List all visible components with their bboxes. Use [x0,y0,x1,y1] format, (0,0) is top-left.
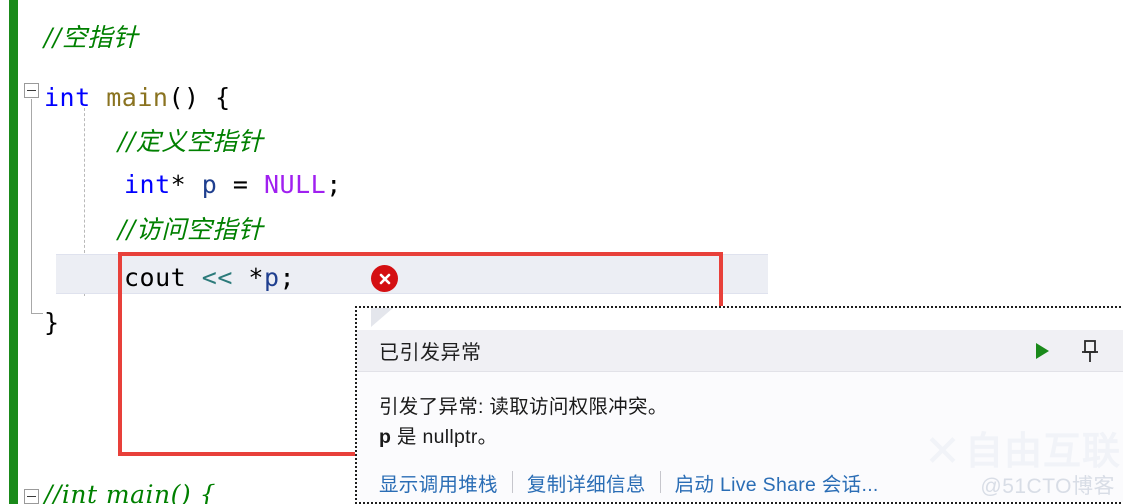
code-editor-screenshot: //空指针 int main() {//定义空指针 int* p = NULL;//… [0,0,1123,504]
code-line[interactable]: } [0,303,60,343]
code-token: * [232,263,264,292]
code-token: NULL [263,170,327,199]
code-token: ; [326,170,342,199]
code-line[interactable]: //访问空指针 [0,210,263,250]
code-token: int [124,170,171,199]
start-live-share-link[interactable]: 启动 Live Share 会话... [675,468,879,497]
code-token: //定义空指针 [118,127,264,156]
exception-title: 已引发异常 [379,342,482,364]
link-separator [511,471,513,493]
code-token: } [44,308,60,337]
code-token: int [44,83,91,112]
code-line[interactable]: //空指针 [0,18,138,58]
code-line[interactable]: //int main() { [0,475,216,504]
code-token: //空指针 [44,23,139,52]
code-token: p [201,170,218,199]
exception-message-tail: 是 nullptr。 [391,426,498,448]
copy-details-link[interactable]: 复制详细信息 [527,468,646,497]
code-token: //int main() { [44,480,217,504]
exception-variable-name: p [379,426,392,448]
code-token: << [201,263,233,292]
code-token: = [217,170,264,199]
code-token: ; [279,263,296,292]
play-triangle-icon[interactable] [1027,336,1057,366]
code-line[interactable]: int* p = NULL; [0,165,342,205]
code-line[interactable]: //定义空指针 [0,122,263,162]
outlining-column[interactable] [24,0,46,504]
popup-action-links[interactable]: 显示调用堆栈 复制详细信息 启动 Live Share 会话... [357,462,1123,502]
link-separator [659,471,661,493]
code-token: main [106,83,169,112]
exception-helper-popup[interactable]: 已引发异常 引发了异常: 读取访问权限冲突。 p 是 nullptr。 显示调用… [355,306,1123,504]
error-circle-icon [371,265,398,292]
popup-header: 已引发异常 [357,330,1123,372]
popup-body: 引发了异常: 读取访问权限冲突。 p 是 nullptr。 [357,372,1123,462]
exception-message-line-2: p 是 nullptr。 [379,422,1121,452]
code-token: * [170,170,202,199]
code-token: //访问空指针 [118,215,264,244]
exception-message-line-1: 引发了异常: 读取访问权限冲突。 [379,396,668,418]
popup-pointer-arrow [371,308,393,327]
code-token: p [263,263,280,292]
code-line[interactable]: cout << *p; [0,258,295,298]
popup-header-actions[interactable] [1027,336,1123,366]
pin-icon[interactable] [1075,336,1105,366]
code-line[interactable]: int main() { [0,78,231,118]
code-token: cout [124,263,202,292]
show-call-stack-link[interactable]: 显示调用堆栈 [379,468,498,497]
unsaved-change-indicator-bar [9,0,18,504]
code-token: () { [168,83,231,112]
